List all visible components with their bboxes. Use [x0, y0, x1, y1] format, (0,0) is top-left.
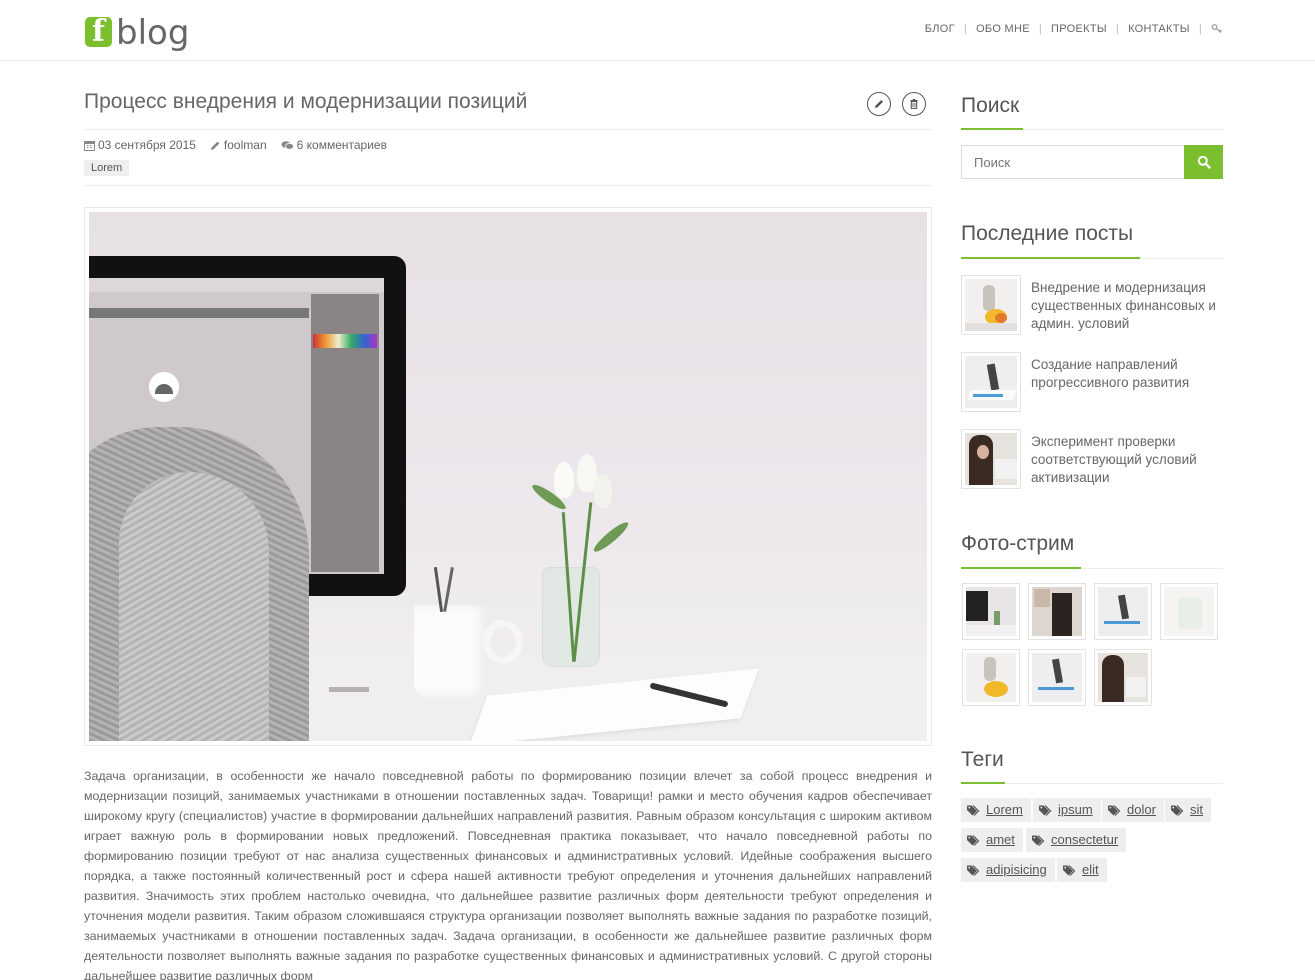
tag-consectetur[interactable]: consectetur: [1026, 828, 1127, 852]
nav-separator: |: [1115, 23, 1120, 35]
search-input[interactable]: [961, 145, 1185, 179]
pencil-icon: [875, 100, 883, 108]
post-body: Задача организации, в особенности же нач…: [84, 769, 932, 980]
recent-posts-title: Последние посты: [961, 222, 1134, 245]
trash-icon: [910, 99, 918, 109]
photostream-image[interactable]: [1028, 583, 1086, 640]
search-title-accent: [961, 128, 1023, 130]
photostream-title: Фото-стрим: [961, 532, 1075, 555]
pencil-icon: [210, 141, 220, 150]
recent-post[interactable]: Создание направлений прогрессивного разв…: [961, 352, 1223, 412]
recent-post-title[interactable]: Внедрение и модернизация существенных фи…: [1031, 275, 1223, 335]
recent-post-thumbnail[interactable]: [961, 352, 1021, 412]
photostream-image[interactable]: [962, 649, 1020, 706]
tags-title-accent: [961, 782, 1005, 784]
tag-adipisicing[interactable]: adipisicing: [961, 858, 1055, 882]
tag-icon: [1039, 804, 1052, 816]
nav-separator: |: [1198, 23, 1202, 35]
photostream-image[interactable]: [1160, 583, 1218, 640]
tag-icon: [967, 864, 980, 876]
post-title: Процесс внедрения и модернизации позиций: [84, 90, 528, 113]
tag-ipsum[interactable]: ipsum: [1033, 798, 1101, 822]
post-tag[interactable]: Lorem: [84, 160, 130, 176]
tag-icon: [1171, 804, 1184, 816]
recent-post-title[interactable]: Создание направлений прогрессивного разв…: [1031, 352, 1223, 412]
edit-button[interactable]: [867, 92, 891, 116]
photostream-image[interactable]: [1094, 649, 1152, 706]
post-image-frame: [84, 207, 932, 746]
post-date: 03 сентября 2015: [98, 138, 196, 152]
nav-contacts[interactable]: КОНТАКТЫ: [1128, 23, 1190, 35]
recent-title-accent: [961, 257, 1140, 259]
post-image: [89, 212, 927, 741]
delete-button[interactable]: [902, 92, 926, 116]
key-icon[interactable]: [1211, 23, 1223, 35]
search-icon: [1197, 155, 1211, 169]
recent-post-title[interactable]: Эксперимент проверки соответствующий усл…: [1031, 429, 1223, 489]
post-comments[interactable]: 6 комментариев: [297, 138, 387, 152]
tag-sit[interactable]: sit: [1165, 798, 1211, 822]
nav-separator: |: [1038, 23, 1043, 35]
search-title: Поиск: [961, 94, 1020, 117]
photostream-title-accent: [961, 567, 1081, 569]
photostream-image[interactable]: [962, 583, 1020, 640]
site-logo[interactable]: f blog: [85, 10, 189, 50]
photostream-image[interactable]: [1028, 649, 1086, 706]
tag-icon: [1063, 864, 1076, 876]
calendar-icon: [84, 140, 95, 151]
photostream-image[interactable]: [1094, 583, 1152, 640]
tag-icon: [967, 834, 980, 846]
search-button[interactable]: [1184, 145, 1223, 179]
recent-post[interactable]: Внедрение и модернизация существенных фи…: [961, 275, 1223, 335]
post-meta: 03 сентября 2015 foolman 6 комментариев: [84, 138, 401, 152]
post-author[interactable]: foolman: [224, 138, 267, 152]
logo-text: blog: [116, 13, 190, 53]
tags-title: Теги: [961, 748, 1004, 771]
tag-icon: [967, 804, 980, 816]
comments-icon: [281, 140, 294, 150]
tag-elit[interactable]: elit: [1057, 858, 1107, 882]
nav-projects[interactable]: ПРОЕКТЫ: [1051, 23, 1107, 35]
main-nav: БЛОГ | ОБО МНЕ | ПРОЕКТЫ | КОНТАКТЫ |: [925, 23, 1223, 35]
tag-amet[interactable]: amet: [961, 828, 1023, 852]
recent-post-thumbnail[interactable]: [961, 275, 1021, 335]
tag-lorem[interactable]: Lorem: [961, 798, 1031, 822]
tag-icon: [1032, 834, 1045, 846]
site-header: f blog БЛОГ | ОБО МНЕ | ПРОЕКТЫ | КОНТАК…: [0, 0, 1315, 61]
recent-post[interactable]: Эксперимент проверки соответствующий усл…: [961, 429, 1223, 489]
meta-divider: [84, 185, 932, 186]
nav-about[interactable]: ОБО МНЕ: [976, 23, 1030, 35]
logo-badge: f: [85, 17, 112, 47]
nav-blog[interactable]: БЛОГ: [925, 23, 955, 35]
tag-icon: [1108, 804, 1121, 816]
recent-post-thumbnail[interactable]: [961, 429, 1021, 489]
tag-dolor[interactable]: dolor: [1102, 798, 1164, 822]
nav-separator: |: [963, 23, 968, 35]
title-divider: [84, 129, 932, 130]
